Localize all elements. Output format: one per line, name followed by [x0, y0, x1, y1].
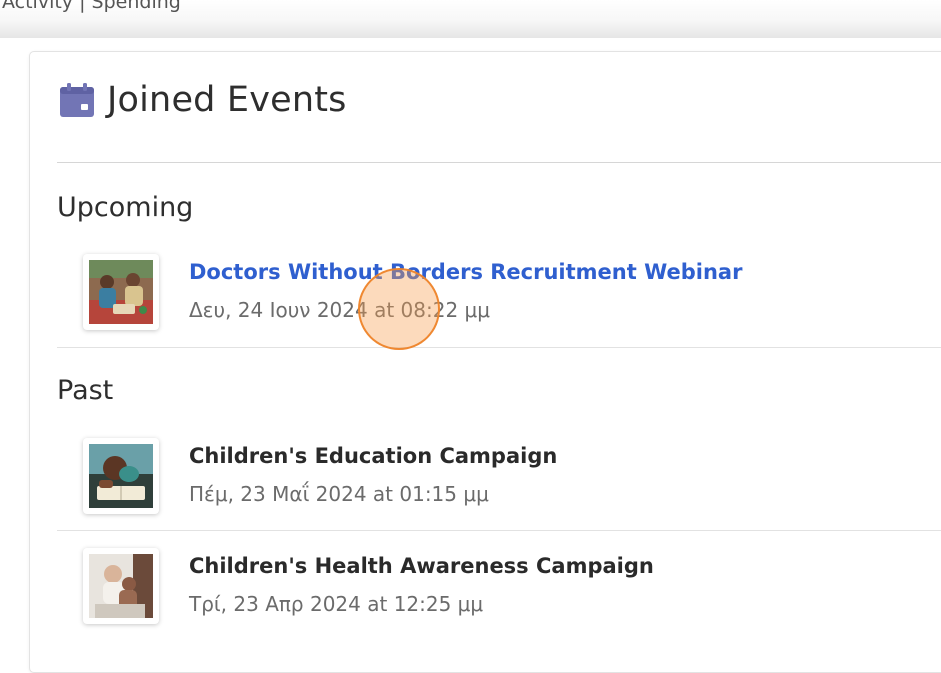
title-divider — [57, 162, 941, 163]
event-thumbnail[interactable] — [83, 254, 159, 330]
event-row-past-1[interactable]: Children's Education Campaign Πέμ, 23 Μα… — [57, 432, 941, 532]
card-header: Joined Events — [57, 78, 347, 122]
top-navigation-bar: Activity | Spending — [0, 0, 941, 38]
child-reading-photo-image — [89, 444, 153, 508]
event-date: Τρί, 23 Απρ 2024 at 12:25 μμ — [189, 592, 484, 616]
event-row-past-2[interactable]: Children's Health Awareness Campaign Τρί… — [57, 542, 941, 642]
volunteers-photo-image — [89, 260, 153, 324]
card-title: Joined Events — [107, 80, 347, 120]
row-divider — [57, 347, 941, 348]
topbar-partial-text: Activity | Spending — [2, 0, 181, 13]
upcoming-heading: Upcoming — [57, 192, 194, 223]
event-thumbnail[interactable] — [83, 438, 159, 514]
event-date: Δευ, 24 Ιουν 2024 at 08:22 μμ — [189, 298, 490, 322]
event-date: Πέμ, 23 Μαΐ 2024 at 01:15 μμ — [189, 482, 489, 506]
event-thumbnail[interactable] — [83, 548, 159, 624]
calendar-icon — [60, 83, 94, 117]
event-row-upcoming-1[interactable]: Doctors Without Borders Recruitment Webi… — [57, 248, 941, 348]
past-heading: Past — [57, 375, 114, 406]
event-title[interactable]: Children's Health Awareness Campaign — [189, 554, 654, 578]
row-divider — [57, 530, 941, 531]
event-title-link[interactable]: Doctors Without Borders Recruitment Webi… — [189, 260, 742, 284]
event-title[interactable]: Children's Education Campaign — [189, 444, 557, 468]
mother-child-photo-image — [89, 554, 153, 618]
